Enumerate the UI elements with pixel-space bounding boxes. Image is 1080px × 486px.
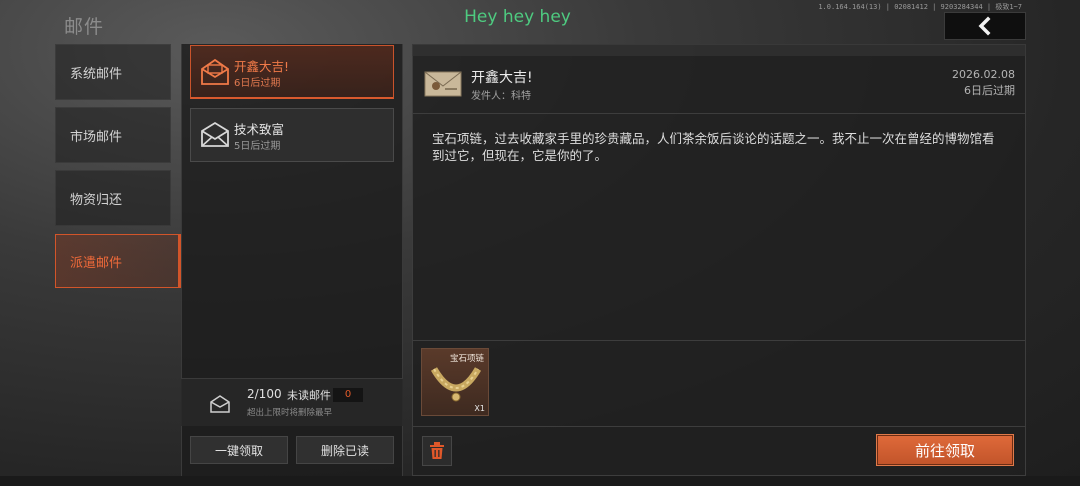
bottom-bar <box>0 476 1080 486</box>
category-label: 系统邮件 <box>70 66 123 82</box>
letter-icon <box>424 71 462 97</box>
unread-count-badge: 0 <box>333 388 363 402</box>
mail-title: 技术致富 <box>234 122 285 137</box>
detail-date: 2026.02.08 <box>952 68 1015 81</box>
mail-expire: 5日后过期 <box>234 141 281 152</box>
detail-top-strip <box>412 44 1026 56</box>
version-info: 1.0.164.164(13) | 02081412 | 9203284344 … <box>818 3 1022 11</box>
detail-title: 开鑫大吉! <box>471 70 533 86</box>
delete-read-button[interactable]: 删除已读 <box>296 436 394 464</box>
mail-title: 开鑫大吉! <box>234 59 290 74</box>
category-system-mail[interactable]: 系统邮件 <box>55 44 171 100</box>
mail-stack-icon <box>210 395 230 413</box>
quota-hint: 超出上限时将删除最早 <box>247 408 333 418</box>
open-envelope-icon <box>201 58 229 85</box>
claim-all-button[interactable]: 一键领取 <box>190 436 288 464</box>
category-label: 市场邮件 <box>70 129 123 145</box>
mail-body-text: 宝石项链，过去收藏家手里的珍贵藏品，人们茶余饭后谈论的话题之一。我不止一次在曾经… <box>432 131 995 163</box>
go-claim-button[interactable]: 前往领取 <box>876 434 1014 466</box>
detail-sender: 发件人：科特 <box>471 91 531 102</box>
category-supply-return[interactable]: 物资归还 <box>55 170 171 226</box>
necklace-icon <box>430 367 482 402</box>
trash-icon <box>430 442 444 459</box>
delete-mail-button[interactable] <box>422 436 452 466</box>
footer-divider <box>413 426 1025 427</box>
category-label: 物资归还 <box>70 192 123 208</box>
mail-expire: 6日后过期 <box>234 78 281 89</box>
category-market-mail[interactable]: 市场邮件 <box>55 107 171 163</box>
category-dispatch-mail[interactable]: 派遣邮件 <box>55 234 181 288</box>
mail-item-selected[interactable]: 开鑫大吉! 6日后过期 <box>190 45 394 99</box>
unread-label: 未读邮件 <box>287 389 331 402</box>
chevron-left-icon <box>978 16 991 36</box>
mail-quota-panel: 2/100 未读邮件 0 超出上限时将删除最早 <box>181 378 403 426</box>
detail-expire: 6日后过期 <box>964 84 1015 97</box>
envelope-icon <box>201 121 229 147</box>
reward-quantity: X1 <box>474 404 485 413</box>
back-button[interactable] <box>944 12 1026 40</box>
attachment-divider <box>413 340 1025 341</box>
category-label: 派遣邮件 <box>70 255 123 271</box>
reward-item[interactable]: 宝石项链 X1 <box>421 348 489 416</box>
mail-item[interactable]: 技术致富 5日后过期 <box>190 108 394 162</box>
mail-count: 2/100 <box>247 387 282 401</box>
